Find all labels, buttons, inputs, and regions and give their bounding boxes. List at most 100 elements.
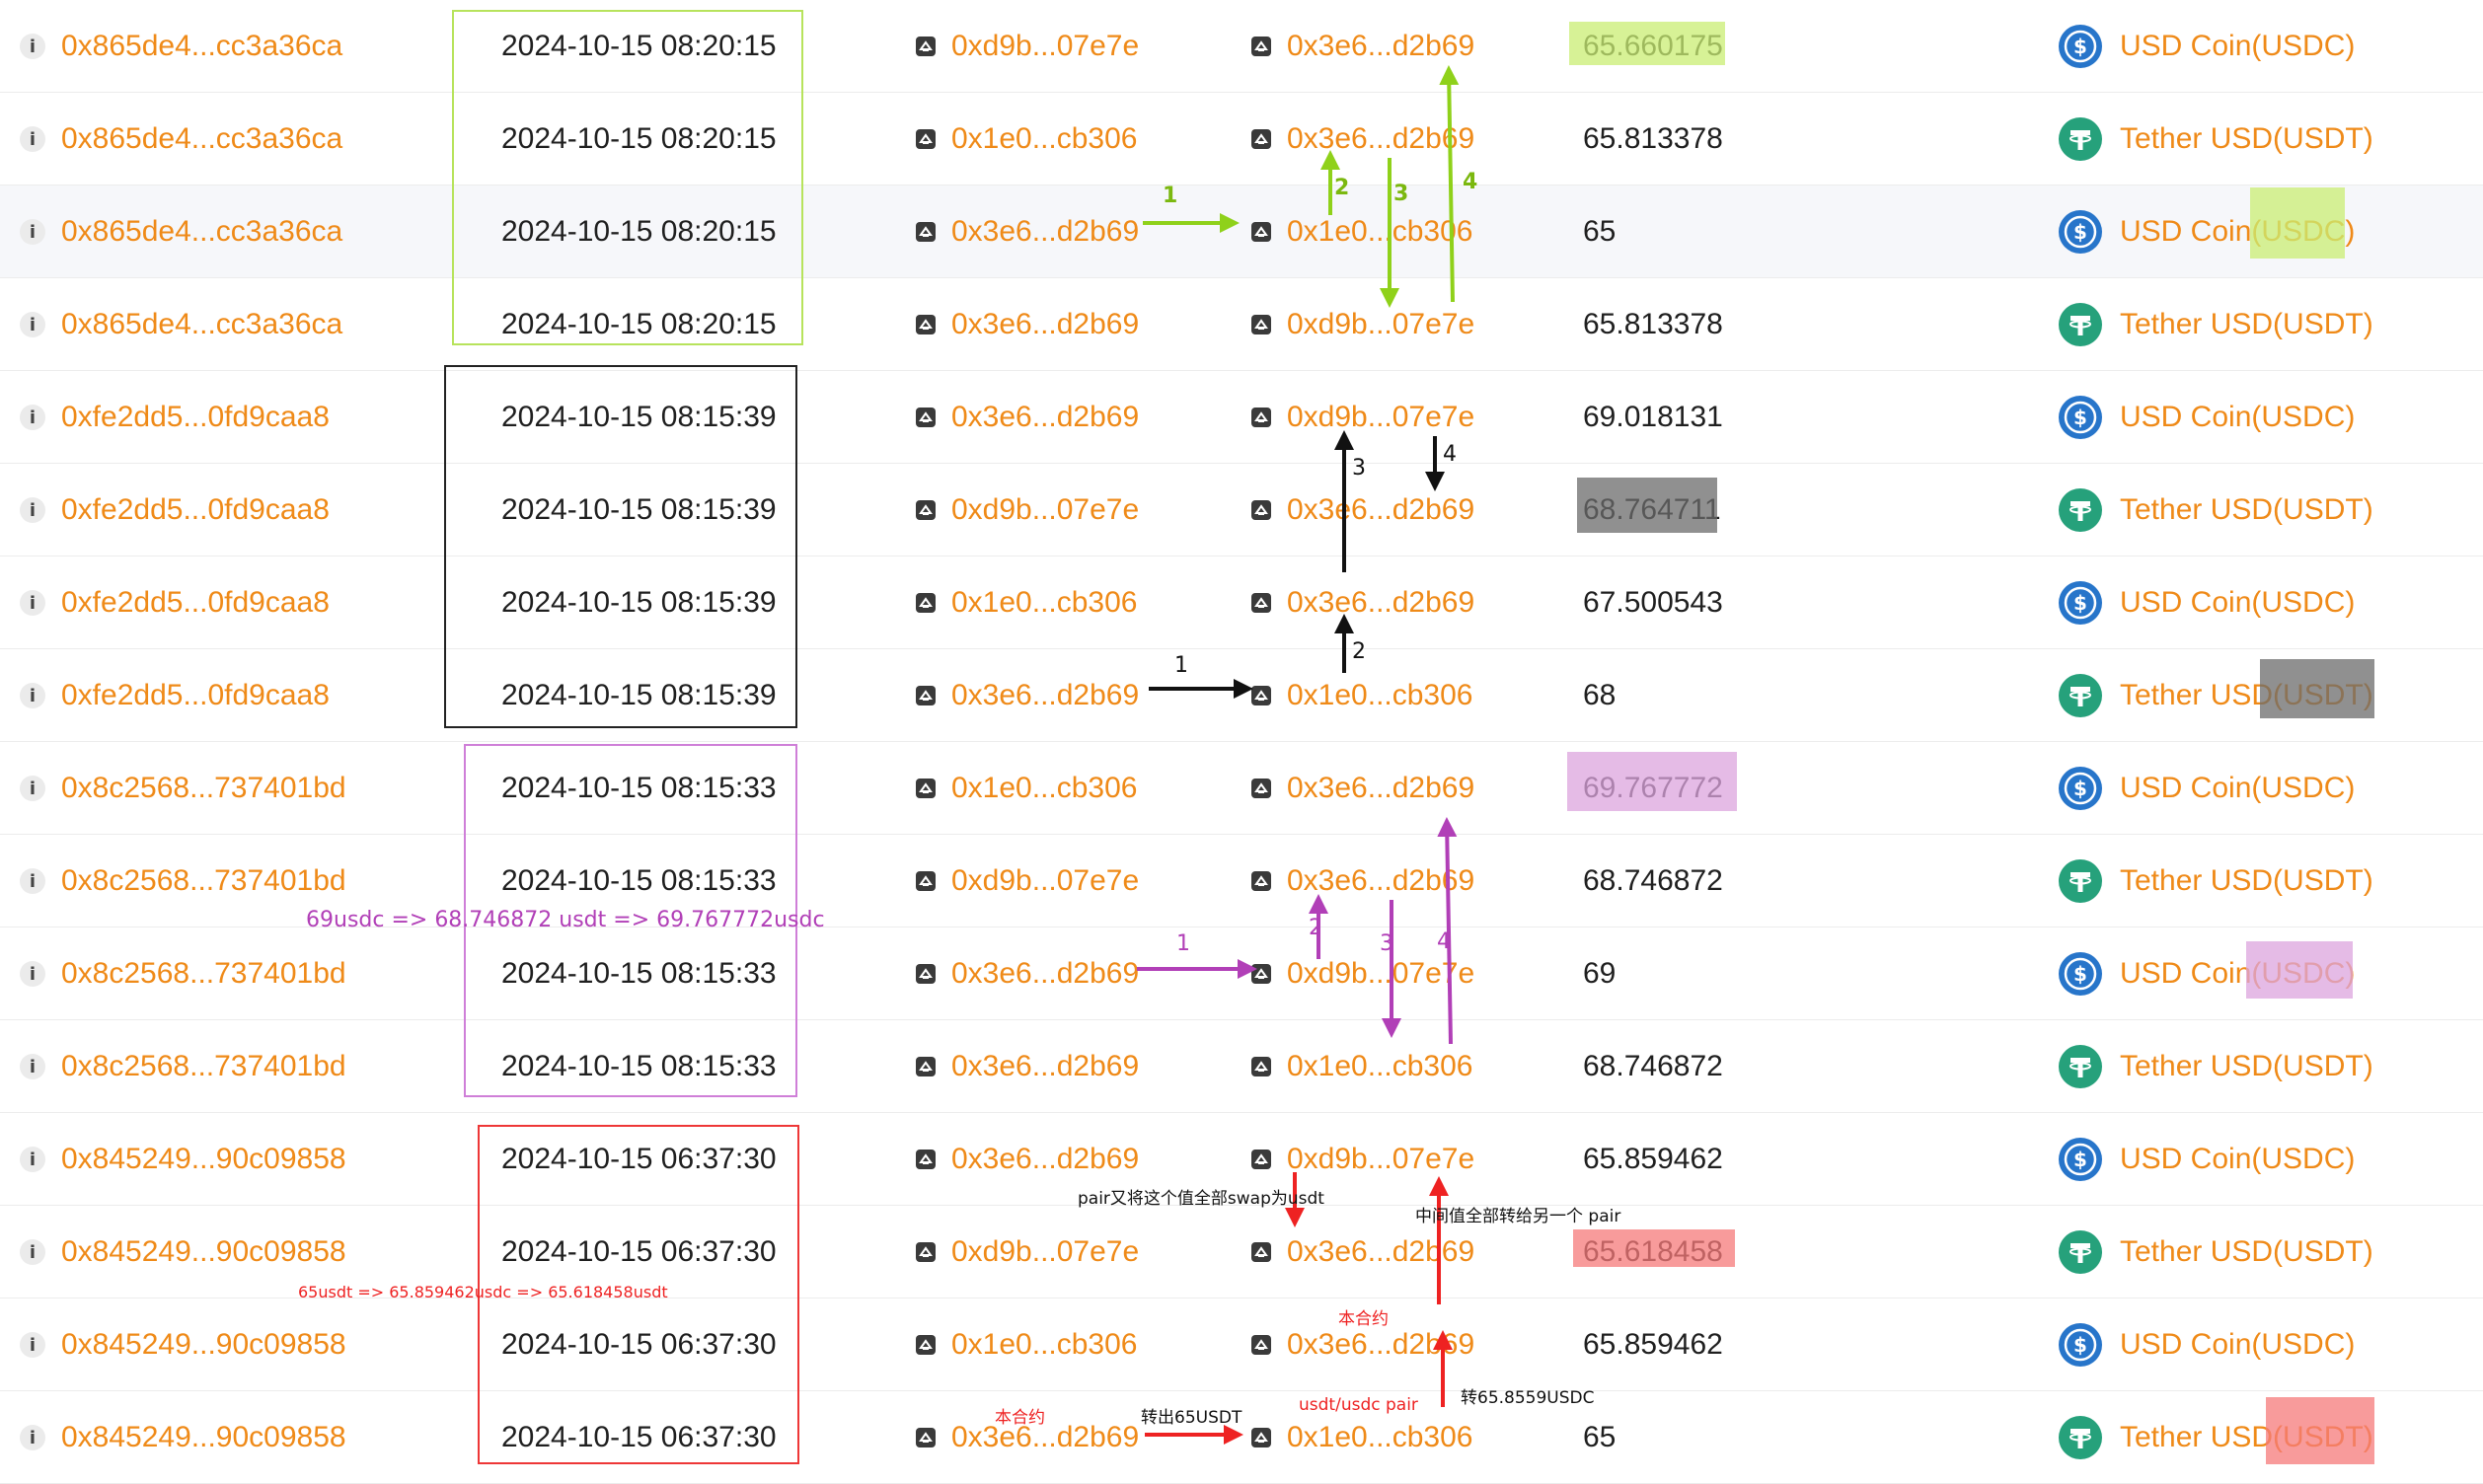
transfer-amount: 65.859462: [1583, 1328, 1723, 1361]
to-address-link[interactable]: 0xd9b...07e7e: [1287, 308, 1474, 341]
gray-token-highlight: [2260, 659, 2374, 718]
info-icon[interactable]: i: [20, 126, 45, 152]
tx-hash-link[interactable]: 0x845249...90c09858: [61, 1143, 346, 1176]
token-link[interactable]: Tether USD(USDT): [2120, 493, 2373, 527]
to-address-cell: 0x1e0...cb306: [1249, 1020, 1472, 1113]
to-address-link[interactable]: 0x3e6...d2b69: [1287, 493, 1474, 527]
info-icon[interactable]: i: [20, 961, 45, 987]
tether-icon: [2059, 303, 2102, 346]
info-icon[interactable]: i: [20, 497, 45, 523]
token-cell: Tether USD(USDT): [2059, 835, 2373, 928]
token-link[interactable]: Tether USD(USDT): [2120, 1235, 2373, 1269]
tx-hash-cell: i 0xfe2dd5...0fd9caa8: [20, 556, 330, 649]
token-link[interactable]: USD Coin(USDC): [2120, 30, 2355, 63]
from-address-link[interactable]: 0x3e6...d2b69: [951, 1143, 1139, 1176]
tx-hash-cell: i 0x8c2568...737401bd: [20, 835, 346, 928]
contract-icon: [1251, 1242, 1271, 1262]
to-address-link[interactable]: 0xd9b...07e7e: [1287, 401, 1474, 434]
token-link[interactable]: USD Coin(USDC): [2120, 772, 2355, 805]
info-icon[interactable]: i: [20, 590, 45, 616]
tx-hash-link[interactable]: 0x865de4...cc3a36ca: [61, 30, 342, 63]
token-link[interactable]: Tether USD(USDT): [2120, 308, 2373, 341]
tx-hash-link[interactable]: 0x8c2568...737401bd: [61, 772, 346, 805]
info-icon[interactable]: i: [20, 1332, 45, 1358]
contract-icon: [1251, 408, 1271, 427]
from-address-link[interactable]: 0x3e6...d2b69: [951, 957, 1139, 991]
from-address-link[interactable]: 0x1e0...cb306: [951, 1328, 1137, 1362]
from-address-link[interactable]: 0x3e6...d2b69: [951, 215, 1139, 249]
to-address-link[interactable]: 0x1e0...cb306: [1287, 1050, 1472, 1083]
transfer-amount: 67.500543: [1583, 586, 1723, 619]
info-icon[interactable]: i: [20, 1239, 45, 1265]
tx-hash-link[interactable]: 0xfe2dd5...0fd9caa8: [61, 401, 330, 434]
from-address-link[interactable]: 0xd9b...07e7e: [951, 493, 1139, 527]
info-icon[interactable]: i: [20, 1425, 45, 1450]
from-address-link[interactable]: 0x3e6...d2b69: [951, 401, 1139, 434]
tx-hash-cell: i 0x865de4...cc3a36ca: [20, 278, 342, 371]
tx-hash-link[interactable]: 0x8c2568...737401bd: [61, 957, 346, 991]
info-icon[interactable]: i: [20, 868, 45, 894]
to-address-link[interactable]: 0x3e6...d2b69: [1287, 122, 1474, 156]
tx-hash-link[interactable]: 0x865de4...cc3a36ca: [61, 122, 342, 156]
to-address-link[interactable]: 0x3e6...d2b69: [1287, 586, 1474, 620]
tx-hash-link[interactable]: 0x865de4...cc3a36ca: [61, 215, 342, 249]
tx-hash-link[interactable]: 0xfe2dd5...0fd9caa8: [61, 493, 330, 527]
tx-hash-cell: i 0xfe2dd5...0fd9caa8: [20, 371, 330, 464]
to-address-link[interactable]: 0x3e6...d2b69: [1287, 1328, 1474, 1362]
info-icon[interactable]: i: [20, 219, 45, 245]
from-address-link[interactable]: 0xd9b...07e7e: [951, 1235, 1139, 1269]
from-address-link[interactable]: 0x3e6...d2b69: [951, 1050, 1139, 1083]
info-icon[interactable]: i: [20, 683, 45, 708]
from-address-link[interactable]: 0x3e6...d2b69: [951, 679, 1139, 712]
to-address-link[interactable]: 0x3e6...d2b69: [1287, 30, 1474, 63]
from-address-link[interactable]: 0x1e0...cb306: [951, 586, 1137, 620]
from-address-link[interactable]: 0xd9b...07e7e: [951, 30, 1139, 63]
to-address-link[interactable]: 0x1e0...cb306: [1287, 1421, 1472, 1454]
from-address-cell: 0x3e6...d2b69: [914, 649, 1139, 742]
from-address-cell: 0xd9b...07e7e: [914, 835, 1139, 928]
token-cell: $ USD Coin(USDC): [2059, 1298, 2355, 1391]
tx-hash-link[interactable]: 0x845249...90c09858: [61, 1328, 346, 1362]
from-address-link[interactable]: 0x1e0...cb306: [951, 122, 1137, 156]
from-address-link[interactable]: 0x1e0...cb306: [951, 772, 1137, 805]
to-address-link[interactable]: 0x3e6...d2b69: [1287, 1235, 1474, 1269]
tx-hash-link[interactable]: 0x8c2568...737401bd: [61, 864, 346, 898]
green-step-2-label: 2: [1334, 176, 1350, 200]
to-address-link[interactable]: 0x3e6...d2b69: [1287, 864, 1474, 898]
from-address-link[interactable]: 0xd9b...07e7e: [951, 864, 1139, 898]
info-icon[interactable]: i: [20, 34, 45, 59]
token-link[interactable]: Tether USD(USDT): [2120, 1050, 2373, 1083]
usd-coin-icon: $: [2059, 581, 2102, 625]
tx-hash-link[interactable]: 0x8c2568...737401bd: [61, 1050, 346, 1083]
contract-icon: [916, 1242, 936, 1262]
info-icon[interactable]: i: [20, 405, 45, 430]
info-icon[interactable]: i: [20, 312, 45, 337]
to-address-link[interactable]: 0x1e0...cb306: [1287, 679, 1472, 712]
token-link[interactable]: Tether USD(USDT): [2120, 122, 2373, 156]
to-address-link[interactable]: 0xd9b...07e7e: [1287, 1143, 1474, 1176]
to-address-cell: 0xd9b...07e7e: [1249, 278, 1474, 371]
info-icon[interactable]: i: [20, 1147, 45, 1172]
tx-hash-link[interactable]: 0x845249...90c09858: [61, 1421, 346, 1454]
token-link[interactable]: USD Coin(USDC): [2120, 1143, 2355, 1176]
from-address-link[interactable]: 0x3e6...d2b69: [951, 308, 1139, 341]
table-row: i 0x865de4...cc3a36ca 2024-10-15 08:20:15 0…: [0, 186, 2483, 278]
transfer-middle-note: 中间值全部转给另一个 pair: [1415, 1207, 1621, 1226]
token-link[interactable]: USD Coin(USDC): [2120, 401, 2355, 434]
tx-hash-link[interactable]: 0xfe2dd5...0fd9caa8: [61, 679, 330, 712]
to-address-link[interactable]: 0xd9b...07e7e: [1287, 957, 1474, 991]
tx-hash-link[interactable]: 0xfe2dd5...0fd9caa8: [61, 586, 330, 620]
from-address-link[interactable]: 0x3e6...d2b69: [951, 1421, 1139, 1454]
token-cell: Tether USD(USDT): [2059, 1020, 2373, 1113]
info-icon[interactable]: i: [20, 776, 45, 801]
to-address-link[interactable]: 0x1e0...cb306: [1287, 215, 1472, 249]
black-step-2-label: 2: [1352, 639, 1366, 664]
token-link[interactable]: Tether USD(USDT): [2120, 864, 2373, 898]
info-icon[interactable]: i: [20, 1054, 45, 1079]
transfer-table: i 0x865de4...cc3a36ca 2024-10-15 08:20:15 0…: [0, 0, 2483, 1484]
to-address-link[interactable]: 0x3e6...d2b69: [1287, 772, 1474, 805]
token-link[interactable]: USD Coin(USDC): [2120, 586, 2355, 620]
token-link[interactable]: USD Coin(USDC): [2120, 1328, 2355, 1362]
tx-hash-link[interactable]: 0x865de4...cc3a36ca: [61, 308, 342, 341]
tx-hash-link[interactable]: 0x845249...90c09858: [61, 1235, 346, 1269]
